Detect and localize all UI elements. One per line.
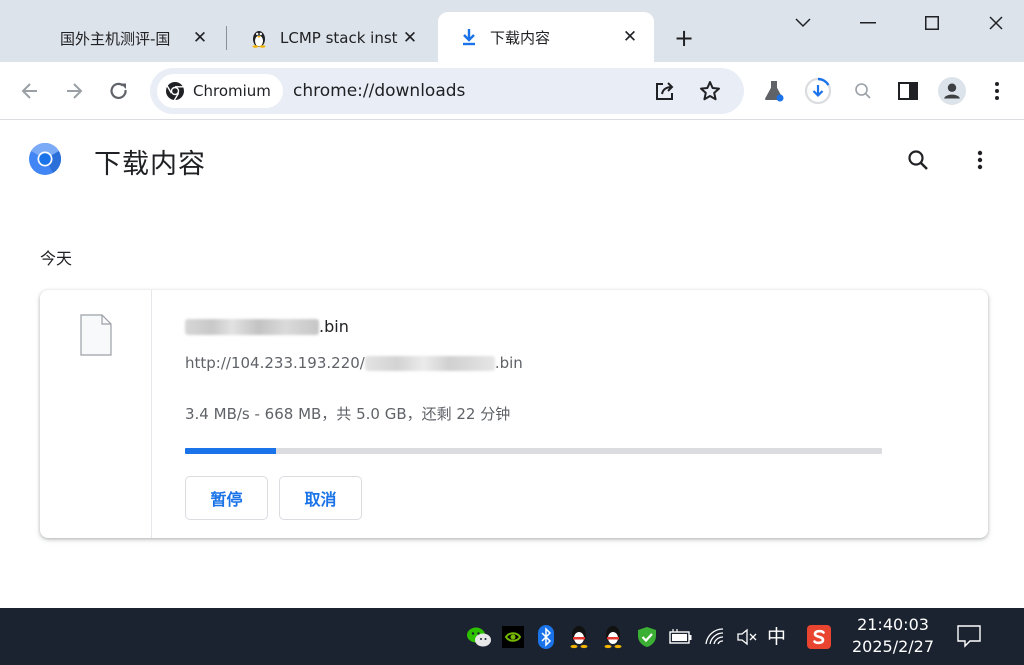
window-close-icon[interactable] bbox=[981, 10, 1011, 36]
download-progress-bar bbox=[185, 448, 882, 454]
side-panel-icon[interactable] bbox=[894, 77, 922, 105]
profile-avatar-icon[interactable] bbox=[938, 77, 966, 105]
file-extension: .bin bbox=[319, 317, 349, 336]
system-clock[interactable]: 21:40:03 2025/2/27 bbox=[848, 614, 938, 658]
wechat-icon[interactable] bbox=[466, 624, 492, 650]
site-info-chip[interactable]: Chromium bbox=[157, 74, 283, 108]
bluetooth-icon[interactable] bbox=[533, 624, 559, 650]
speaker-muted-icon[interactable] bbox=[734, 624, 760, 650]
card-divider bbox=[151, 290, 152, 538]
close-icon[interactable]: ✕ bbox=[190, 28, 210, 48]
clock-time: 21:40:03 bbox=[857, 615, 929, 634]
linux-penguin-icon bbox=[250, 29, 268, 48]
download-status-text: 3.4 MB/s - 668 MB，共 5.0 GB，还剩 22 分钟 bbox=[185, 405, 511, 423]
download-icon bbox=[460, 28, 478, 46]
security-shield-icon[interactable] bbox=[634, 624, 660, 650]
tab-separator bbox=[226, 26, 227, 50]
back-arrow-icon[interactable] bbox=[16, 77, 44, 105]
download-item: .bin http://104.233.193.220/ .bin 3.4 MB… bbox=[40, 290, 988, 538]
redacted-url-path bbox=[364, 355, 495, 371]
browser-toolbar: Chromium chrome://downloads bbox=[0, 62, 1024, 120]
cancel-button[interactable]: 取消 bbox=[279, 476, 362, 520]
tab-strip: 国外主机测评-国 ✕ LCMP stack inst ✕ 下载内容 ✕ + bbox=[0, 0, 1024, 62]
qq-icon[interactable] bbox=[566, 624, 592, 650]
star-icon[interactable] bbox=[697, 78, 723, 104]
chromium-icon bbox=[166, 82, 184, 101]
tab-lcmp[interactable]: LCMP stack inst ✕ bbox=[228, 14, 434, 62]
ime-mode-indicator[interactable]: 中 bbox=[767, 622, 786, 649]
minimize-icon[interactable] bbox=[853, 10, 883, 36]
search-icon[interactable] bbox=[904, 146, 932, 174]
download-progress-icon[interactable] bbox=[804, 77, 832, 105]
tab-search-icon[interactable] bbox=[788, 10, 818, 36]
close-icon[interactable]: ✕ bbox=[620, 27, 640, 47]
source-url-link[interactable]: http://104.233.193.220/ .bin bbox=[185, 354, 523, 372]
more-vert-icon[interactable] bbox=[967, 146, 993, 174]
redacted-file-name bbox=[185, 318, 319, 335]
wifi-icon[interactable] bbox=[702, 624, 728, 650]
tab-title: 国外主机测评-国 bbox=[60, 29, 171, 48]
chromium-logo-icon bbox=[29, 142, 62, 175]
battery-icon[interactable] bbox=[668, 624, 694, 650]
tab-guowai[interactable]: 国外主机测评-国 ✕ bbox=[40, 14, 224, 62]
sogou-ime-icon[interactable] bbox=[806, 624, 832, 650]
url-host: http://104.233.193.220/ bbox=[185, 354, 365, 372]
notification-icon[interactable] bbox=[956, 624, 982, 650]
clock-date: 2025/2/27 bbox=[851, 637, 935, 656]
more-vert-icon[interactable] bbox=[983, 77, 1011, 105]
address-text[interactable]: chrome://downloads bbox=[293, 81, 465, 101]
reload-icon[interactable] bbox=[105, 77, 133, 105]
tab-downloads[interactable]: 下载内容 ✕ bbox=[438, 12, 654, 62]
new-tab-button[interactable]: + bbox=[670, 24, 698, 52]
omnibox[interactable]: Chromium chrome://downloads bbox=[150, 68, 744, 114]
page-title: 下载内容 bbox=[94, 149, 206, 180]
nvidia-icon[interactable] bbox=[500, 624, 526, 650]
chip-label: Chromium bbox=[193, 82, 271, 100]
tab-title: LCMP stack inst bbox=[280, 29, 398, 47]
qq-icon[interactable] bbox=[600, 624, 626, 650]
pause-button[interactable]: 暂停 bbox=[185, 476, 268, 520]
lab-flask-icon[interactable] bbox=[760, 77, 788, 105]
progress-fill bbox=[185, 448, 276, 454]
windows-taskbar: 中 21:40:03 2025/2/27 bbox=[0, 608, 1024, 665]
share-icon[interactable] bbox=[652, 78, 678, 104]
url-extension: .bin bbox=[494, 354, 523, 372]
maximize-icon[interactable] bbox=[917, 10, 947, 36]
zoom-icon[interactable] bbox=[849, 77, 877, 105]
date-section-label: 今天 bbox=[40, 249, 73, 268]
tab-title: 下载内容 bbox=[490, 28, 551, 47]
close-icon[interactable]: ✕ bbox=[400, 28, 420, 48]
forward-arrow-icon[interactable] bbox=[60, 77, 88, 105]
file-icon bbox=[80, 314, 112, 356]
file-name-link[interactable]: .bin bbox=[185, 317, 349, 336]
